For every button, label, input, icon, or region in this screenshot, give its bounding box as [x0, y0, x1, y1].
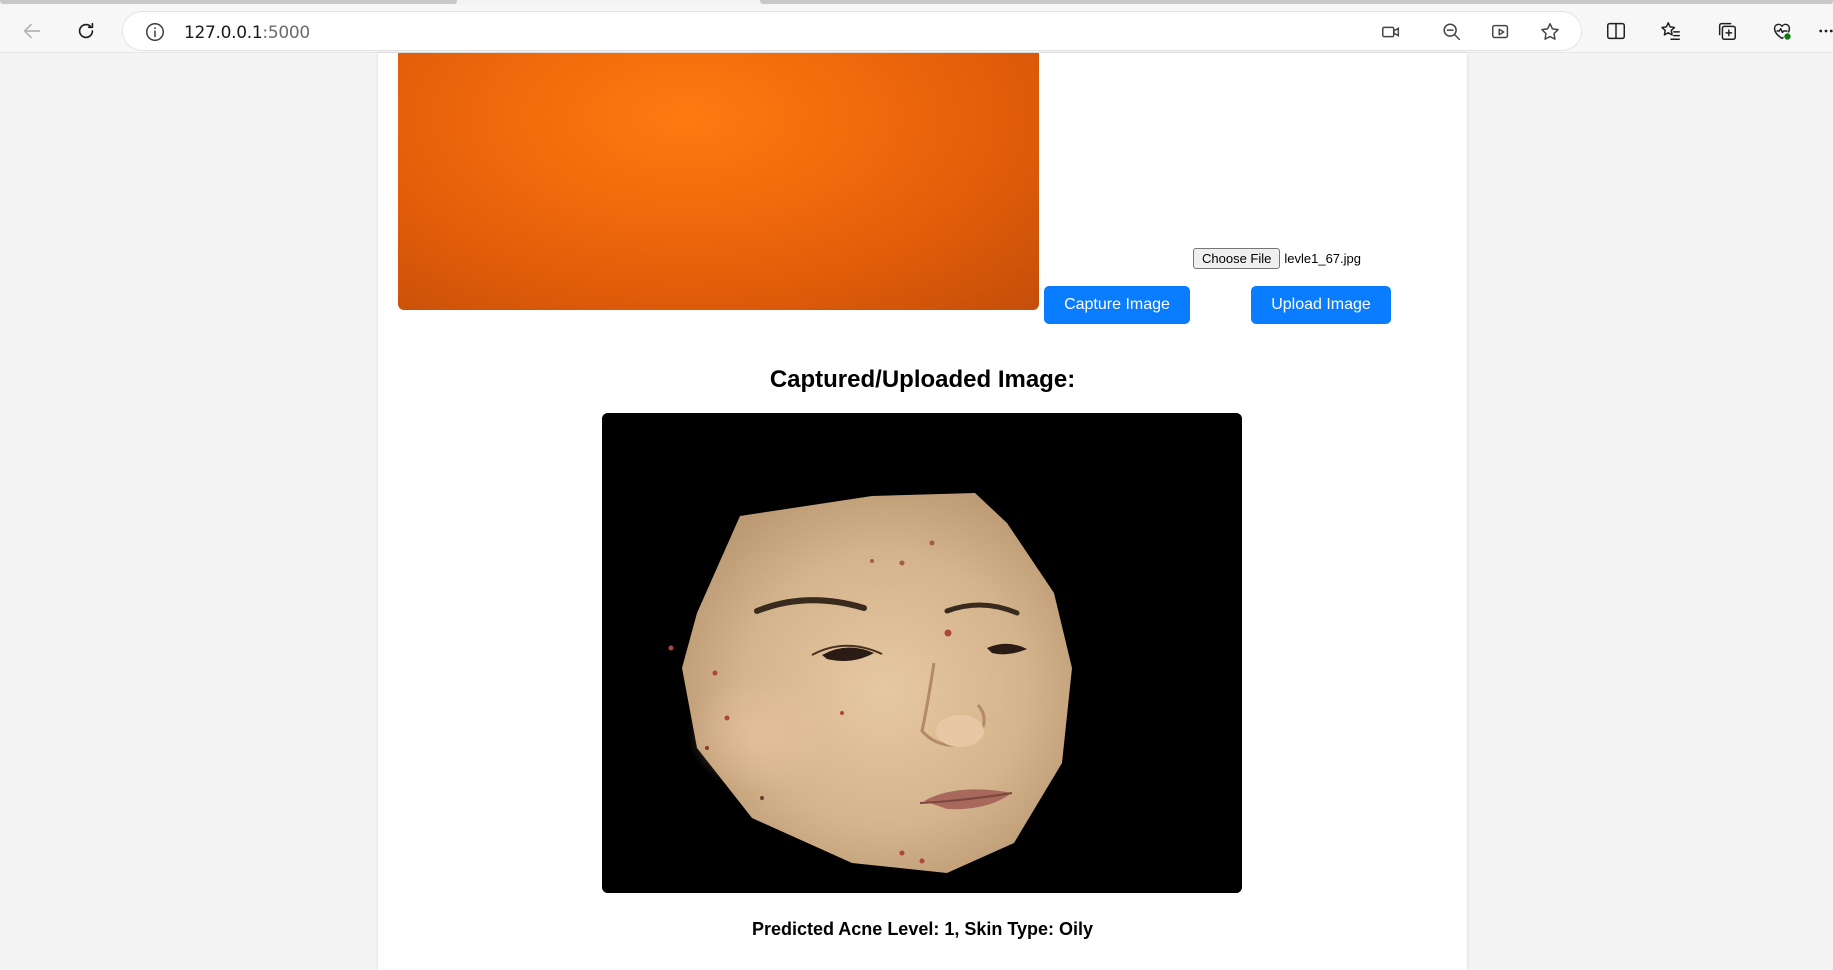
camera-icon[interactable]: [1380, 21, 1402, 43]
camera-preview: [398, 53, 1039, 310]
favorites-icon[interactable]: [1653, 13, 1689, 49]
choose-file-button[interactable]: Choose File: [1193, 247, 1281, 269]
split-screen-icon[interactable]: [1598, 13, 1634, 49]
favorite-star-icon[interactable]: [1539, 21, 1561, 43]
info-icon[interactable]: [144, 21, 166, 43]
immersive-reader-icon[interactable]: [1490, 21, 1512, 43]
capture-image-button[interactable]: Capture Image: [1044, 286, 1190, 324]
image-heading: Captured/Uploaded Image:: [769, 366, 1076, 393]
collections-icon[interactable]: [1709, 13, 1745, 49]
main-card: Choose File levle1_67.jpg Capture Image …: [378, 53, 1467, 970]
prediction-result: Predicted Acne Level: 1, Skin Type: Oily: [751, 919, 1094, 939]
back-icon[interactable]: [14, 13, 50, 49]
uploaded-face-image: [602, 413, 1242, 893]
browser-essentials-icon[interactable]: [1764, 13, 1800, 49]
refresh-icon[interactable]: [68, 13, 104, 49]
url-port: :5000: [262, 23, 310, 43]
page-viewport: Choose File levle1_67.jpg Capture Image …: [0, 52, 1833, 970]
tab-indicator[interactable]: [0, 0, 457, 4]
selected-file-name: levle1_67.jpg: [1284, 250, 1361, 266]
file-input[interactable]: Choose File levle1_67.jpg: [1193, 247, 1361, 269]
address-url[interactable]: 127.0.0.1:5000: [184, 23, 310, 43]
upload-image-button[interactable]: Upload Image: [1251, 286, 1391, 324]
browser-toolbar: 127.0.0.1:5000: [0, 5, 1833, 57]
zoom-out-icon[interactable]: [1441, 21, 1463, 43]
tab-indicator[interactable]: [760, 0, 1833, 4]
url-host: 127.0.0.1: [184, 23, 263, 43]
more-icon[interactable]: [1812, 13, 1833, 49]
address-bar[interactable]: 127.0.0.1:5000: [122, 11, 1582, 51]
